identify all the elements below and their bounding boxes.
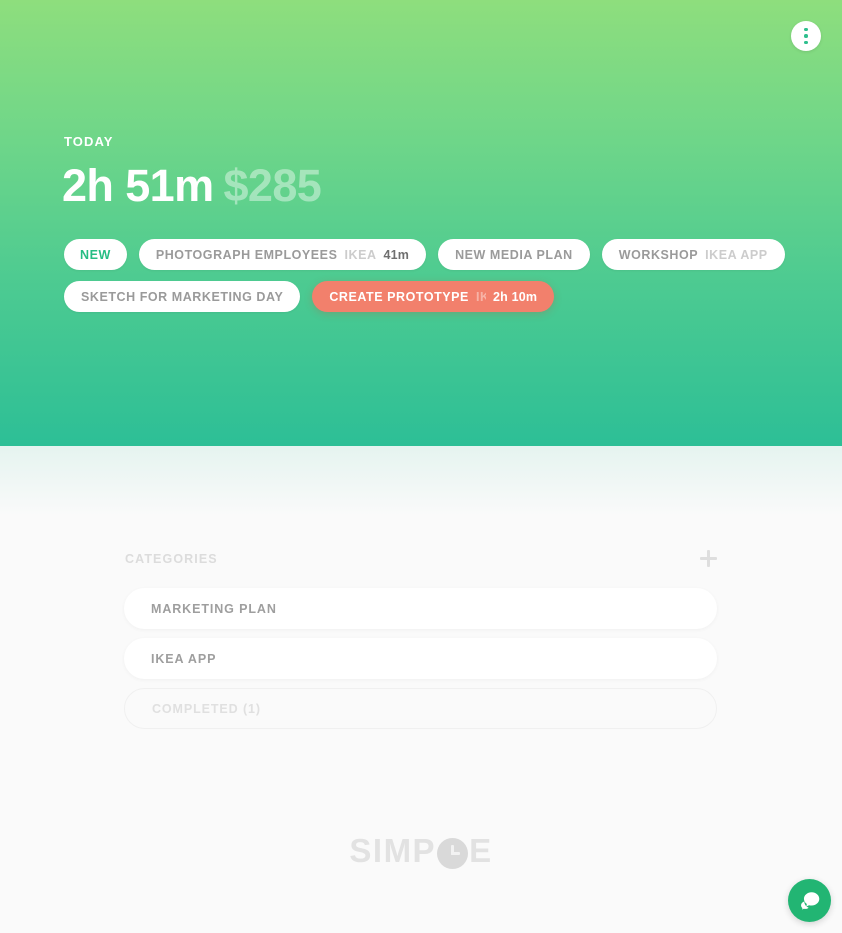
task-pill[interactable]: WORKSHOP IKEA APP (601, 239, 785, 270)
task-pill-label: WORKSHOP (618, 247, 699, 262)
category-label: COMPLETED (1) (152, 701, 261, 716)
total-money-value: $285 (223, 160, 322, 211)
category-item[interactable]: IKEA APP (124, 638, 717, 679)
logo-text-part2: E (469, 832, 493, 869)
category-item[interactable]: MARKETING PLAN (124, 588, 717, 629)
categories-header: CATEGORIES (125, 550, 717, 567)
logo-text-part1: SIMP (349, 832, 437, 869)
task-pill-category: IKEA APP (705, 247, 768, 262)
hero-fade-overlay (0, 446, 842, 516)
category-label: MARKETING PLAN (151, 601, 277, 616)
task-pill[interactable]: NEW MEDIA PLAN (438, 239, 590, 270)
task-pill-new[interactable]: NEW (64, 239, 127, 270)
today-label: TODAY (64, 134, 114, 149)
total-time-value: 2h 51m (62, 160, 214, 211)
category-label: IKEA APP (151, 651, 217, 666)
task-pill-label: NEW (80, 247, 111, 262)
kebab-dot (804, 34, 808, 38)
plus-icon[interactable] (700, 550, 717, 567)
chat-bubble-icon (801, 892, 820, 910)
today-stats: 2h 51m $285 (62, 158, 322, 214)
task-pill-label: SKETCH FOR MARKETING DAY (81, 289, 284, 304)
kebab-dot (804, 40, 808, 45)
kebab-menu-button[interactable] (791, 21, 821, 51)
task-pill-duration: 2h 10m (492, 289, 538, 304)
categories-title: CATEGORIES (125, 551, 218, 566)
category-item-completed[interactable]: COMPLETED (1) (124, 688, 717, 729)
task-pill[interactable]: SKETCH FOR MARKETING DAY (64, 281, 301, 312)
task-pill-category: IKEA APP (475, 289, 486, 304)
chat-widget-button[interactable] (788, 879, 831, 922)
task-pill-label: NEW MEDIA PLAN (455, 247, 573, 262)
task-pill-active[interactable]: CREATE PROTOTYPE IKEA APP 2h 10m (312, 281, 555, 312)
task-pill[interactable]: PHOTOGRAPH EMPLOYEES IKEA APP 41m (138, 239, 427, 270)
categories-list: MARKETING PLAN IKEA APP COMPLETED (1) (124, 588, 717, 738)
kebab-dot (804, 27, 808, 32)
app-root: TODAY 2h 51m $285 NEW PHOTOGRAPH EMPLOYEE… (0, 0, 842, 933)
clock-icon (437, 837, 469, 869)
task-pill-list: NEW PHOTOGRAPH EMPLOYEES IKEA APP 41m NE… (64, 239, 794, 312)
app-logo: SIMP E (0, 832, 842, 870)
task-pill-label: PHOTOGRAPH EMPLOYEES (155, 247, 338, 262)
task-pill-category: IKEA APP (344, 247, 377, 262)
task-pill-duration: 41m (383, 247, 410, 262)
hero-section: TODAY 2h 51m $285 NEW PHOTOGRAPH EMPLOYEE… (0, 0, 842, 446)
task-pill-label: CREATE PROTOTYPE (329, 289, 469, 304)
